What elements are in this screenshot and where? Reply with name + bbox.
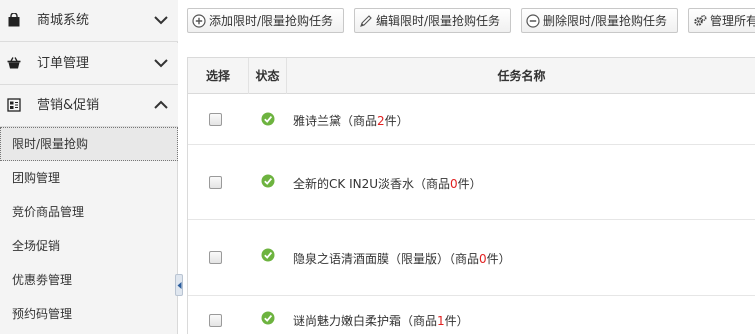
row-checkbox[interactable] [209,314,222,327]
column-header-task-name: 任务名称 [497,69,546,83]
task-count-prefix: （商品 [449,252,480,266]
column-divider [286,58,287,94]
row-checkbox[interactable] [209,176,222,189]
column-header-select: 选择 [205,69,230,83]
table-row[interactable]: 谜尚魅力嫩白柔护霜（商品1件） [188,297,755,334]
promotion-icon [7,98,21,112]
table-row[interactable]: 隐泉之语清酒面膜（限量版）（商品0件） [188,221,755,296]
sidebar-item-flash-sale[interactable]: 限时/限量抢购 [0,127,178,161]
check-circle-icon [261,248,275,262]
table-row[interactable]: 雅诗兰黛（商品2件） [188,95,755,145]
sidebar-item-site-promotion[interactable]: 全场促销 [0,229,178,263]
chevron-down-icon[interactable] [153,14,169,26]
manage-all-label: 管理所有 [710,14,755,28]
edit-flash-sale-button[interactable]: 编辑限时/限量抢购任务 [354,8,511,33]
menu-marketing-label: 营销&促销 [37,98,100,113]
column-divider [248,58,249,94]
task-name-text: 隐泉之语清酒面膜（限量版） [293,252,450,266]
add-flash-sale-label: 添加限时/限量抢购任务 [209,14,334,28]
sidebar-item-label: 全场促销 [12,239,61,253]
column-header-status: 状态 [255,69,280,83]
sidebar-item-auction[interactable]: 竞价商品管理 [0,195,178,229]
chevron-up-icon[interactable] [153,99,169,111]
basket-icon [7,57,21,69]
row-checkbox[interactable] [209,113,222,126]
task-product-count: 0 [450,177,458,191]
check-circle-icon [261,174,275,188]
manage-all-button[interactable]: 管理所有 [688,8,755,33]
task-name[interactable]: 雅诗兰黛（商品2件） [293,112,409,129]
sidebar: 商城系统 订单管理 营销&促销 限时/限量抢购 团购管理 竞价商品管理 全场促销… [0,0,178,334]
menu-mall-system-label: 商城系统 [37,13,90,28]
add-flash-sale-button[interactable]: 添加限时/限量抢购任务 [187,8,344,33]
task-name-text: 雅诗兰黛 [293,114,342,128]
delete-flash-sale-button[interactable]: 删除限时/限量抢购任务 [521,8,678,33]
sidebar-item-reservation-codes[interactable]: 预约码管理 [0,297,178,331]
check-circle-icon [261,112,275,126]
chevron-left-icon [177,282,182,289]
task-count-suffix: 件） [457,177,482,191]
task-product-count: 0 [479,252,487,266]
pencil-icon [360,14,372,27]
task-product-count: 2 [377,114,385,128]
task-name[interactable]: 谜尚魅力嫩白柔护霜（商品1件） [293,312,469,329]
task-count-suffix: 件） [486,252,511,266]
menu-orders[interactable]: 订单管理 [0,43,178,85]
task-name[interactable]: 隐泉之语清酒面膜（限量版）（商品0件） [293,250,511,267]
menu-orders-label: 订单管理 [37,56,90,71]
sidebar-item-coupons[interactable]: 优惠劵管理 [0,263,178,297]
sidebar-item-label: 竞价商品管理 [12,205,85,219]
task-count-prefix: （商品 [401,314,438,328]
sidebar-item-label: 限时/限量抢购 [12,137,89,151]
flash-sale-table: 选择 状态 任务名称 雅诗兰黛（商品2件） 全新的CK IN2U淡香水（商品0件… [187,57,755,334]
task-count-suffix: 件） [444,314,469,328]
task-name[interactable]: 全新的CK IN2U淡香水（商品0件） [293,175,482,192]
row-checkbox[interactable] [209,251,222,264]
menu-mall-system[interactable]: 商城系统 [0,0,178,42]
sidebar-item-label: 预约码管理 [12,307,73,321]
minus-circle-icon [526,13,540,28]
shopping-bag-icon [8,13,20,27]
menu-marketing[interactable]: 营销&促销 [0,85,178,127]
table-row[interactable]: 全新的CK IN2U淡香水（商品0件） [188,146,755,220]
task-count-prefix: （商品 [341,114,378,128]
task-count-prefix: （商品 [414,177,451,191]
sidebar-item-group-buy[interactable]: 团购管理 [0,161,178,195]
chevron-down-icon[interactable] [153,57,169,69]
delete-flash-sale-label: 删除限时/限量抢购任务 [543,14,668,28]
task-product-count: 1 [437,314,445,328]
edit-flash-sale-label: 编辑限时/限量抢购任务 [376,14,501,28]
toolbar: 添加限时/限量抢购任务 编辑限时/限量抢购任务 删除限时/限量抢购任务 管理所有 [178,0,755,42]
task-count-suffix: 件） [384,114,409,128]
plus-circle-icon [192,13,206,28]
sidebar-collapse-toggle[interactable] [175,274,183,296]
task-name-text: 全新的CK IN2U淡香水 [293,177,414,191]
task-name-text: 谜尚魅力嫩白柔护霜 [293,314,402,328]
check-circle-icon [261,311,275,325]
table-header: 选择 状态 任务名称 [188,58,755,94]
sidebar-item-label: 团购管理 [12,171,61,185]
gear-icon [694,14,707,26]
sidebar-item-label: 优惠劵管理 [12,273,73,287]
